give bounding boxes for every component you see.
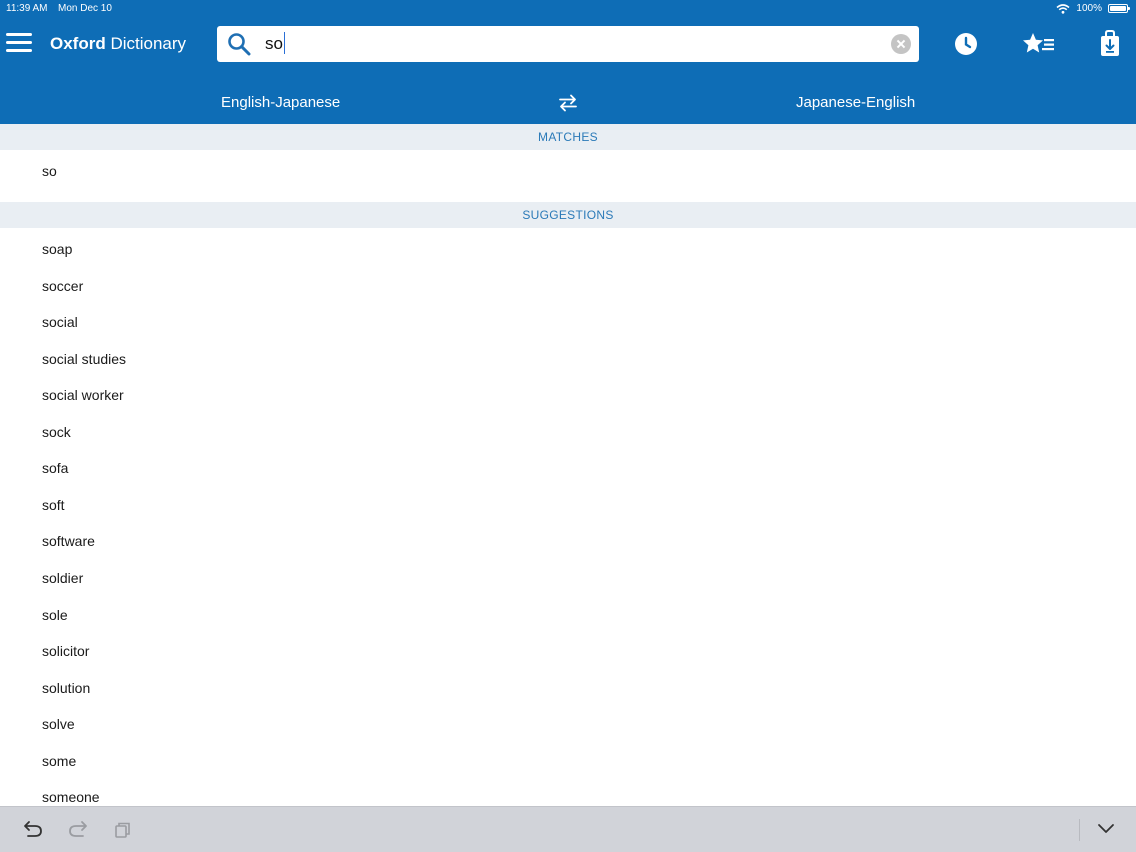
suggestion-item[interactable]: sole (42, 607, 68, 623)
battery-percent: 100% (1076, 3, 1102, 14)
toolbar-divider (1079, 819, 1080, 841)
keyboard-shortcut-bar (0, 806, 1136, 852)
suggestion-item[interactable]: software (42, 533, 95, 549)
wifi-icon (1056, 3, 1070, 14)
suggestion-item[interactable]: solution (42, 680, 90, 696)
search-icon (228, 33, 251, 56)
suggestion-item[interactable]: someone (42, 789, 100, 805)
search-input[interactable] (265, 32, 875, 56)
suggestion-item[interactable]: solicitor (42, 643, 89, 659)
history-clock-icon[interactable] (954, 32, 978, 56)
status-date: Mon Dec 10 (58, 3, 112, 14)
suggestion-item[interactable]: soft (42, 497, 65, 513)
suggestion-item[interactable]: soap (42, 241, 72, 257)
matches-header: MATCHES (0, 124, 1136, 150)
menu-button[interactable] (6, 32, 32, 54)
status-bar: 11:39 AM Mon Dec 10 100% (0, 0, 1136, 18)
swap-arrows-icon[interactable] (557, 93, 579, 113)
app-title-product: Dictionary (110, 34, 187, 53)
app-title-brand: Oxford (50, 34, 106, 53)
suggestion-item[interactable]: social studies (42, 351, 126, 367)
suggestion-item[interactable]: soldier (42, 570, 83, 586)
match-item-so[interactable]: so (42, 163, 57, 179)
suggestion-item[interactable]: sock (42, 424, 71, 440)
suggestion-item[interactable]: social (42, 314, 78, 330)
suggestions-header: SUGGESTIONS (0, 202, 1136, 228)
app-title: Oxford Dictionary (50, 34, 186, 54)
paste-icon[interactable] (114, 821, 132, 839)
suggestion-item[interactable]: sofa (42, 460, 68, 476)
suggestion-item[interactable]: some (42, 753, 76, 769)
hide-keyboard-chevron-icon[interactable] (1097, 823, 1115, 835)
redo-icon[interactable] (68, 820, 88, 838)
suggestion-item[interactable]: social worker (42, 387, 124, 403)
text-cursor (284, 32, 285, 54)
search-box[interactable] (217, 26, 919, 62)
favorites-star-icon[interactable] (1022, 32, 1056, 56)
app-header: 11:39 AM Mon Dec 10 100% Oxford Dictiona… (0, 0, 1136, 124)
status-time: 11:39 AM (6, 3, 48, 14)
suggestion-item[interactable]: solve (42, 716, 75, 732)
tab-english-japanese[interactable]: English-Japanese (221, 94, 340, 111)
clear-search-icon[interactable] (891, 34, 911, 54)
status-indicators: 100% (1056, 3, 1130, 14)
battery-icon (1108, 4, 1130, 13)
download-icon[interactable] (1100, 30, 1120, 58)
suggestion-item[interactable]: soccer (42, 278, 83, 294)
tab-japanese-english[interactable]: Japanese-English (796, 94, 915, 111)
undo-icon[interactable] (23, 820, 43, 838)
